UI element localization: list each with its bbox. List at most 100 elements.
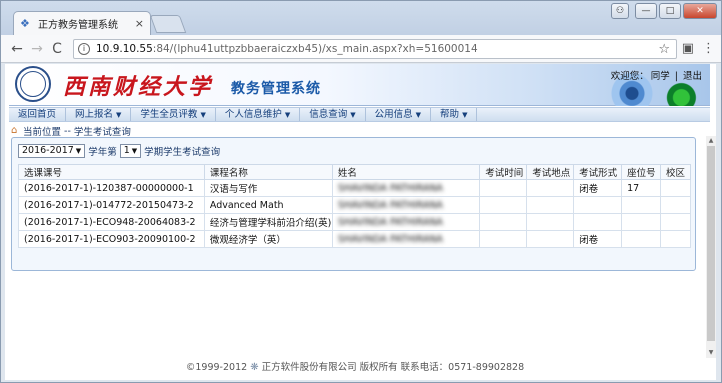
exam-query-panel: 2016-2017 ▼ 学年第 1 ▼ 学期学生考试查询 选课课号 课程名称 姓名 (11, 137, 696, 271)
menu-label: 信息查询 (309, 109, 348, 120)
url-host: 10.9.10.55 (96, 43, 153, 55)
breadcrumb: ⌂ 当前位置 -- 学生考试查询 (11, 124, 131, 139)
table-cell: 闭卷 (573, 179, 623, 197)
table-row: (2016-2017-1)-120387-00000000-1 汉语与写作 SH… (18, 179, 691, 197)
table-cell (573, 196, 623, 214)
back-button[interactable]: ← (7, 41, 27, 57)
menu-label: 学生全员评教 (140, 109, 198, 120)
forward-button[interactable]: → (27, 41, 47, 57)
table-cell (621, 196, 662, 214)
maximize-button[interactable]: □ (659, 3, 681, 19)
table-cell (526, 179, 575, 197)
new-tab-button[interactable] (149, 15, 187, 33)
term-select-value: 1 (123, 145, 130, 156)
menu-item-profile[interactable]: 个人信息维护 ▼ (216, 108, 301, 121)
page-viewport: 西南财经大学 教务管理系统 欢迎您： 同学 | 退出 返回首页 网上报名 ▼ 学生全… (5, 64, 716, 380)
table-cell (479, 196, 528, 214)
table-cell: 闭卷 (573, 230, 623, 248)
scroll-down-icon[interactable]: ▼ (706, 348, 716, 358)
table-cell: 微观经济学（英） (203, 230, 333, 248)
address-bar[interactable]: i 10.9.10.55 :84/(lphu41uttpzbbaeraiczxb… (73, 39, 677, 59)
breadcrumb-current: 学生考试查询 (73, 127, 131, 138)
close-window-button[interactable]: ✕ (683, 3, 717, 19)
company-logo-icon: ❋ (250, 362, 259, 373)
menu-item-help[interactable]: 帮助 ▼ (431, 108, 478, 121)
caret-down-icon: ▼ (415, 111, 422, 119)
table-cell: (2016-2017-1)-014772-20150473-2 (18, 196, 205, 214)
term-filter: 2016-2017 ▼ 学年第 1 ▼ 学期学生考试查询 (18, 144, 223, 158)
student-name-cell: SHAVINDA PATHIRANA (331, 230, 481, 248)
student-name-cell: SHAVINDA PATHIRANA (331, 179, 481, 197)
extension-icon[interactable]: ▣ (682, 41, 694, 56)
chevron-down-icon: ▼ (131, 147, 138, 155)
caret-down-icon: ▼ (350, 111, 356, 119)
table-cell (479, 213, 528, 231)
tab-close-icon[interactable]: × (135, 17, 144, 30)
table-cell (660, 179, 691, 197)
exam-table: 选课课号 课程名称 姓名 考试时间 考试地点 考试形式 座位号 校区 (2016… (18, 164, 691, 248)
menu-label: 公用信息 (374, 109, 413, 120)
caret-down-icon: ▼ (200, 111, 206, 119)
breadcrumb-separator: -- (61, 125, 74, 137)
company-text: 正方软件股份有限公司 版权所有 联系电话：0571-89902828 (261, 362, 525, 373)
chevron-down-icon: ▼ (75, 147, 82, 155)
scroll-up-icon[interactable]: ▲ (706, 136, 716, 146)
menu-item-registration[interactable]: 网上报名 ▼ (66, 108, 132, 121)
table-cell (621, 213, 662, 231)
year-select-value: 2016-2017 (22, 145, 74, 156)
column-header: 考试时间 (479, 164, 528, 180)
table-cell (526, 230, 575, 248)
menu-item-evaluation[interactable]: 学生全员评教 ▼ (131, 108, 216, 121)
column-header: 座位号 (621, 164, 662, 180)
student-name-cell: SHAVINDA PATHIRANA (331, 196, 481, 214)
student-name-cell: SHAVINDA PATHIRANA (331, 213, 481, 231)
table-cell (526, 196, 575, 214)
browser-window: ❖ 正方教务管理系统 × ⚇ — □ ✕ ← → C i 10.9.10.55 … (0, 0, 722, 383)
browser-tab[interactable]: ❖ 正方教务管理系统 × (13, 11, 151, 35)
caret-down-icon: ▼ (284, 111, 291, 119)
browser-menu-icon[interactable]: ⋮ (702, 41, 715, 56)
vertical-scrollbar[interactable]: ▲ ▼ (706, 136, 716, 358)
table-cell: Advanced Math (203, 196, 333, 214)
column-header: 选课课号 (18, 164, 205, 180)
caret-down-icon: ▼ (462, 111, 468, 119)
table-row: (2016-2017-1)-ECO948-20064083-2 经济与管理学科前… (18, 213, 691, 231)
tab-strip: ❖ 正方教务管理系统 × ⚇ — □ ✕ (1, 1, 721, 35)
university-name: 西南财经大学 (63, 74, 214, 100)
table-cell: 经济与管理学科前沿介绍(英) (203, 213, 333, 231)
reload-button[interactable]: C (47, 41, 67, 57)
home-icon: ⌂ (11, 125, 18, 136)
table-cell (621, 230, 662, 248)
table-cell (479, 230, 528, 248)
site-info-icon[interactable]: i (78, 43, 90, 55)
logout-link[interactable]: 退出 (683, 71, 702, 82)
table-cell (479, 179, 528, 197)
term-select[interactable]: 1 ▼ (119, 144, 142, 158)
table-row: (2016-2017-1)-014772-20150473-2 Advanced… (18, 196, 691, 214)
menu-label: 帮助 (440, 109, 460, 120)
scrollbar-thumb[interactable] (707, 146, 715, 341)
table-cell: (2016-2017-1)-ECO903-20090100-2 (18, 230, 205, 248)
table-cell (526, 213, 575, 231)
menu-item-home[interactable]: 返回首页 (9, 108, 67, 121)
year-select[interactable]: 2016-2017 ▼ (18, 144, 86, 158)
table-cell (660, 230, 691, 248)
bookmark-star-icon[interactable]: ☆ (658, 42, 670, 57)
column-header: 课程名称 (203, 164, 333, 180)
minimize-button[interactable]: — (635, 3, 657, 19)
user-name: 同学 (650, 71, 670, 82)
table-cell: 汉语与写作 (203, 179, 333, 197)
menu-item-public-info[interactable]: 公用信息 ▼ (366, 108, 432, 121)
menu-item-query[interactable]: 信息查询 ▼ (300, 108, 366, 121)
menu-label: 网上报名 (75, 109, 114, 120)
site-banner: 西南财经大学 教务管理系统 欢迎您： 同学 | 退出 (9, 64, 710, 106)
menu-label: 个人信息维护 (224, 109, 282, 120)
breadcrumb-prefix: 当前位置 (23, 127, 62, 138)
table-row: (2016-2017-1)-ECO903-20090100-2 微观经济学（英）… (18, 230, 691, 248)
year-label: 学年第 (88, 147, 117, 158)
copyright-text: ©1999-2012 (185, 362, 248, 373)
welcome-area: 欢迎您： 同学 | 退出 (609, 68, 702, 82)
table-cell (660, 196, 691, 214)
user-profile-icon[interactable]: ⚇ (611, 3, 629, 19)
university-seal-icon (15, 66, 51, 102)
